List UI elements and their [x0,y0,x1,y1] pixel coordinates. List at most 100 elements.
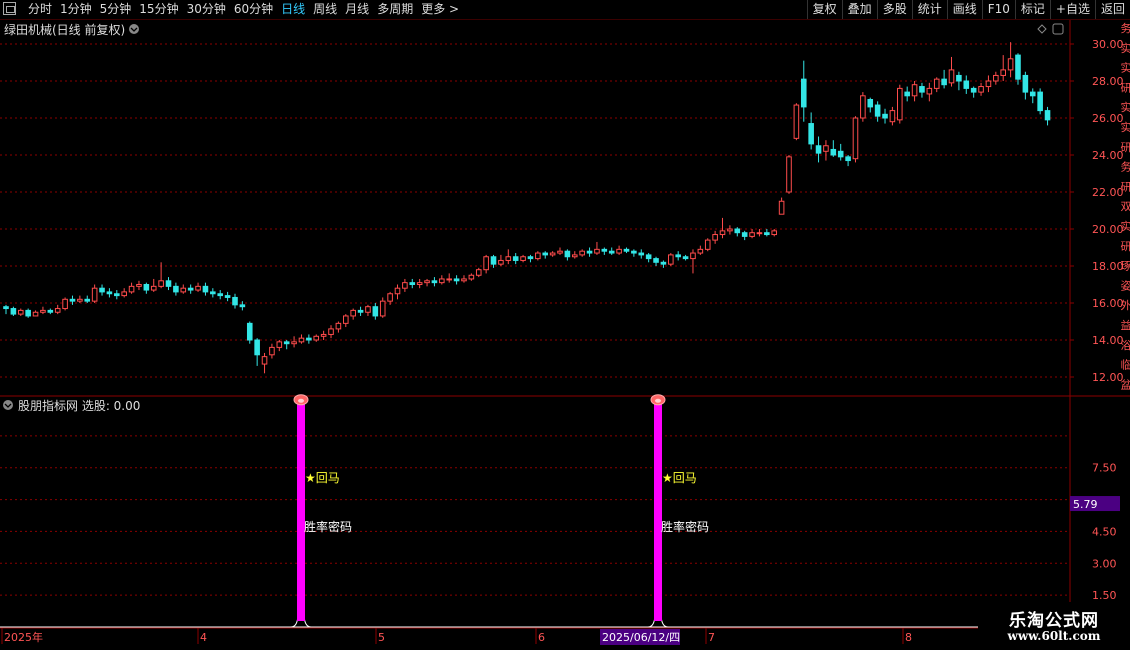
candle-body [668,254,674,265]
side-strip-char: 研 [1121,141,1130,154]
candle-body [150,285,157,291]
period-tab-3[interactable]: 15分钟 [135,0,182,19]
diamond-icon[interactable] [1037,24,1047,34]
candle-body [978,86,984,93]
collapse-icon[interactable] [129,24,139,34]
candle-body [970,87,977,93]
toolbar-button-1[interactable]: 叠加 [841,0,877,19]
candle-body [727,228,733,232]
period-tab-2[interactable]: 5分钟 [96,0,136,19]
candle-body [365,306,371,313]
candle-body [173,285,179,293]
watermark-logo: 乐淘公式网 www.60lt.com [978,602,1130,650]
candle-body [17,309,24,315]
candle-body [549,252,556,256]
candle-body [956,74,962,82]
signal-label: ★回马 [662,471,697,485]
candle-body [306,337,312,341]
candle-body [106,291,113,295]
candle-body [623,248,630,252]
toolbar-button-7[interactable]: +自选 [1049,0,1095,19]
indicator-collapse-icon[interactable] [3,400,13,410]
candle-body [313,335,320,341]
candle-body [202,285,209,293]
toolbar-button-4[interactable]: 画线 [946,0,982,19]
candle-body [638,252,645,256]
candle-body [1037,91,1043,112]
watermark-title: 乐淘公式网 [1009,611,1099,631]
toolbar-button-5[interactable]: F10 [981,0,1015,19]
cursor-date-label: 2025/06/12/四 [602,631,680,644]
period-tab-7[interactable]: 周线 [309,0,341,19]
toolbar-button-0[interactable]: 复权 [806,0,842,19]
candle-body [54,308,61,313]
period-tab-1[interactable]: 1分钟 [56,0,96,19]
candle-body [704,239,711,250]
candle-body [948,69,955,84]
period-tab-5[interactable]: 60分钟 [230,0,277,19]
candle-body [91,287,98,302]
chart-area[interactable]: 绿田机械(日线 前复权) 30.00 28.00 26.00 24.00 22.00 20.… [0,20,1130,650]
period-tab-8[interactable]: 月线 [341,0,373,19]
candle-body [786,156,792,193]
current-value-label: 5.79 [1073,498,1098,511]
period-tab-9[interactable]: 多周期 [373,0,417,19]
candle-body [298,337,305,343]
price-tick-label: 16.00 [1092,297,1124,310]
side-strip-char: 外 [1121,299,1130,312]
candle-body [165,280,172,287]
candle-body [697,248,704,254]
candle-body [712,234,718,241]
candle-body [897,87,903,121]
candle-body [749,232,755,237]
candle-body [136,284,142,287]
candle-body [379,300,386,317]
candle-body [143,284,150,291]
candle-body [926,87,933,95]
candle-body [483,256,489,271]
candle-body [269,346,275,356]
toolbar-right-buttons: 复权 叠加 多股 统计 画线 F10 标记 +自选 返回 [806,0,1130,19]
signal-text: 胜率密码 [661,519,709,534]
candle-body [25,309,31,317]
toolbar-button-8[interactable]: 返回 [1094,0,1130,19]
price-tick-label: 20.00 [1092,223,1124,236]
candle-body [1000,69,1007,76]
candle-body [254,339,260,356]
candle-body [468,274,475,280]
candle-body [793,104,800,139]
candle-body [99,287,105,293]
candle-body [187,287,194,291]
candle-body [335,322,342,330]
window-restore-icon[interactable] [3,2,16,15]
candle-body [409,282,416,285]
candle-body [416,282,423,285]
candle-body [461,278,467,282]
period-tab-0[interactable]: 分时 [24,0,56,19]
candle-body [3,306,9,310]
toolbar-button-2[interactable]: 多股 [876,0,912,19]
period-tab-6[interactable]: 日线 [277,0,309,19]
candle-body [719,230,726,236]
side-strip-char: 浴 [1121,339,1130,352]
indicator-title: 股朋指标网 选股: 0.00 [18,398,140,413]
candle-body [490,256,497,265]
signal-label: ★回马 [305,471,340,485]
candle-body [542,252,549,256]
candle-body [933,78,940,89]
candle-body [512,256,519,261]
window-icon[interactable] [1052,23,1064,35]
toolbar-button-3[interactable]: 统计 [911,0,947,19]
candle-body [867,99,874,108]
side-strip-char: 姿 [1121,279,1130,292]
toolbar-button-6[interactable]: 标记 [1014,0,1050,19]
candle-body [985,80,992,88]
period-tab-4[interactable]: 30分钟 [183,0,230,19]
candle-body [217,293,224,297]
candle-body [756,232,763,235]
signal-bar [654,399,662,621]
candle-body [453,278,460,282]
candle-body [594,248,600,254]
candle-body [557,250,563,254]
period-tab-10[interactable]: 更多 > [417,0,463,19]
